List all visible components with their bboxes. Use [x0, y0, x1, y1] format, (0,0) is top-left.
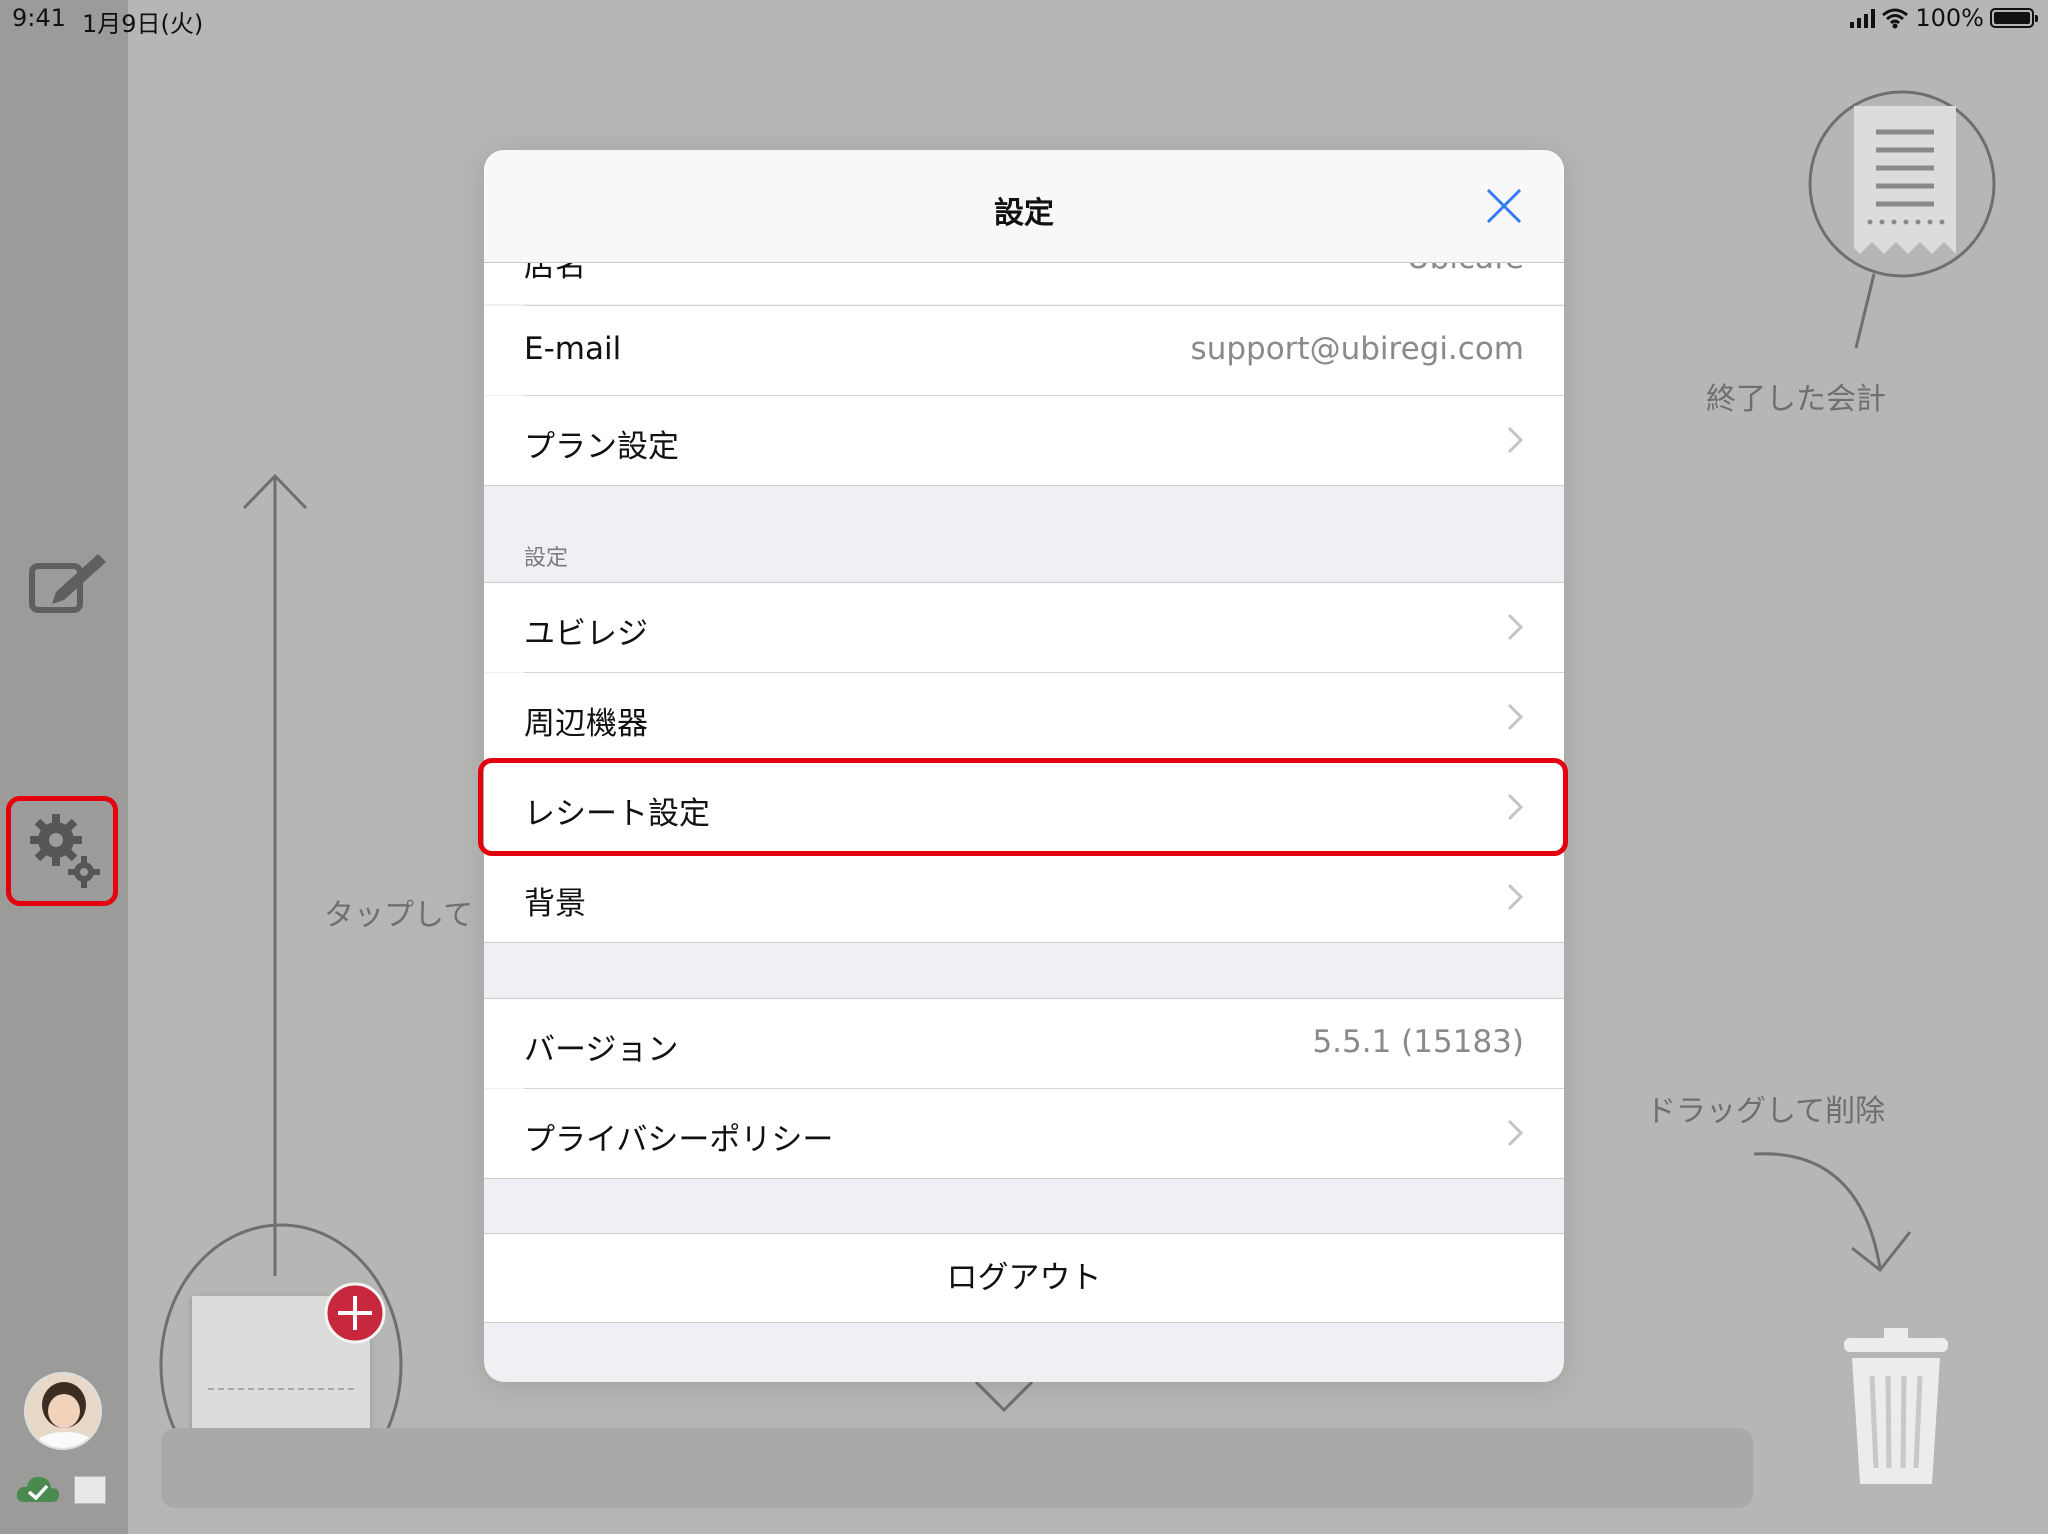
order-tray — [161, 1428, 1753, 1508]
add-order-icon[interactable] — [324, 1282, 386, 1344]
chevron-right-icon — [1507, 703, 1524, 731]
section-header-settings: 設定 — [524, 546, 569, 571]
chevron-right-icon — [1507, 1119, 1524, 1147]
background-row[interactable]: 背景 — [484, 853, 1564, 942]
chevron-right-icon — [1507, 426, 1524, 454]
divider — [484, 485, 1564, 486]
background-label: 背景 — [524, 886, 586, 922]
status-bar: 9:41 1月9日(火) 100% — [0, 0, 2048, 38]
curved-arrow-icon — [1753, 1152, 1912, 1273]
privacy-policy-label: プライバシーポリシー — [524, 1122, 834, 1158]
cloud-sync-icon — [16, 1476, 60, 1502]
battery-icon — [1990, 8, 2038, 28]
trash-icon[interactable] — [1834, 1324, 1958, 1490]
email-label: E-mail — [524, 331, 622, 367]
status-time: 9:41 — [12, 4, 66, 32]
chevron-right-icon — [1507, 883, 1524, 911]
chevron-right-icon — [1507, 613, 1524, 641]
tap-hint-label: タップして — [324, 898, 474, 933]
close-icon[interactable] — [1482, 184, 1526, 228]
version-label: バージョン — [524, 1032, 679, 1068]
divider — [484, 942, 1564, 943]
modal-header: 設定 — [484, 150, 1564, 263]
wifi-icon — [1882, 8, 1909, 29]
status-indicators: 100% — [1850, 4, 2038, 32]
receipt-settings-highlight — [478, 758, 1568, 856]
logout-button[interactable]: ログアウト — [484, 1234, 1564, 1322]
modal-title: 設定 — [994, 196, 1054, 231]
privacy-policy-row[interactable]: プライバシーポリシー — [484, 1089, 1564, 1178]
email-row[interactable]: E-mail support@ubiregi.com — [484, 306, 1564, 395]
sync-status-square — [74, 1476, 106, 1504]
plan-settings-label: プラン設定 — [524, 429, 679, 465]
battery-percent: 100% — [1915, 4, 1984, 32]
finished-orders-label: 終了した会計 — [1706, 382, 1886, 417]
version-row: バージョン 5.5.1 (15183) — [484, 999, 1564, 1088]
sidebar — [0, 0, 128, 1534]
avatar[interactable] — [24, 1372, 102, 1450]
peripherals-label: 周辺機器 — [524, 706, 648, 742]
up-arrow-line — [242, 473, 308, 1276]
version-value: 5.5.1 (15183) — [1312, 1024, 1524, 1060]
email-value: support@ubiregi.com — [1190, 331, 1524, 367]
drag-delete-label: ドラッグして削除 — [1646, 1094, 1886, 1129]
divider — [484, 1322, 1564, 1323]
down-chevron-icon — [974, 1380, 1034, 1413]
status-date: 1月9日(火) — [82, 10, 204, 38]
signal-icon — [1850, 8, 1876, 28]
peripherals-row[interactable]: 周辺機器 — [484, 673, 1564, 762]
ubiregi-row[interactable]: ユビレジ — [484, 583, 1564, 672]
ubiregi-label: ユビレジ — [524, 616, 648, 652]
compose-icon[interactable] — [28, 550, 108, 620]
settings-icon-highlight — [6, 796, 118, 906]
plan-settings-row[interactable]: プラン設定 — [484, 396, 1564, 485]
finished-orders-icon[interactable] — [1806, 72, 1998, 352]
divider — [484, 1178, 1564, 1179]
